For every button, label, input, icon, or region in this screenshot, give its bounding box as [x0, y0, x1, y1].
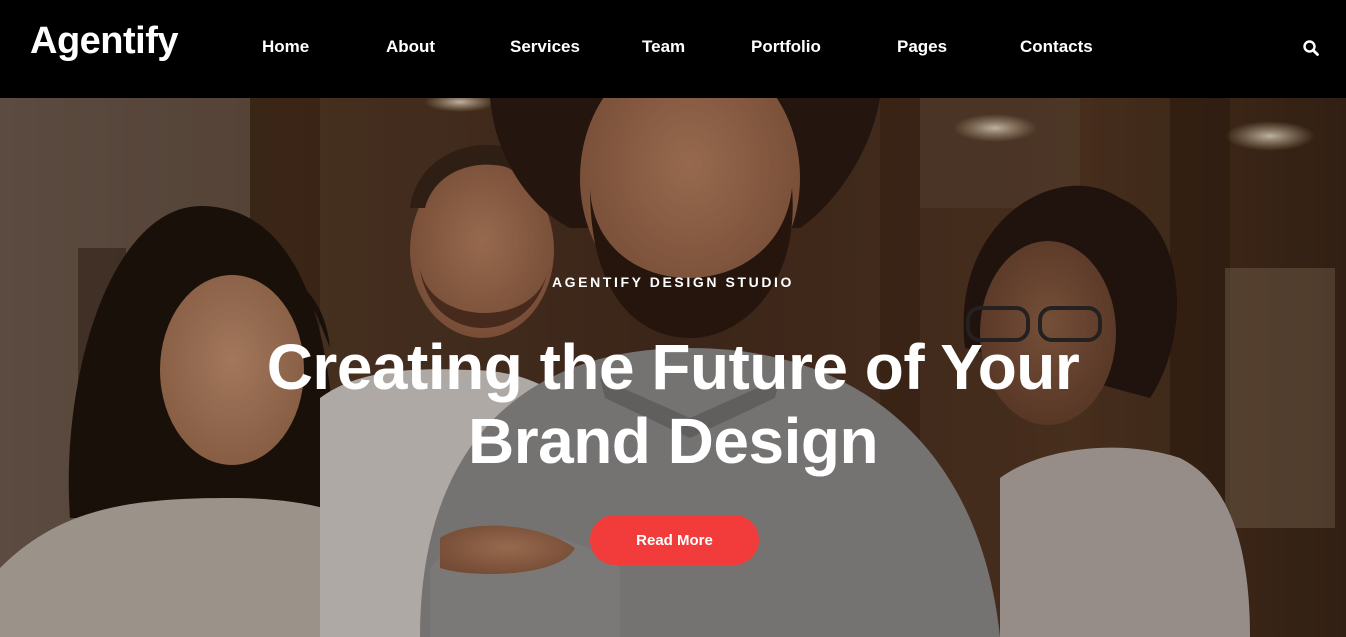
read-more-button[interactable]: Read More [590, 515, 759, 565]
nav-item-services[interactable]: Services [510, 37, 580, 57]
nav-item-pages[interactable]: Pages [897, 37, 947, 57]
top-navbar: Agentify Home About Services Team Portfo… [0, 0, 1346, 98]
hero-section: AGENTIFY DESIGN STUDIO Creating the Futu… [0, 98, 1346, 637]
nav-item-about[interactable]: About [386, 37, 435, 57]
hero-headline-line2: Brand Design [467, 405, 879, 477]
nav-item-home[interactable]: Home [262, 37, 309, 57]
nav-item-team[interactable]: Team [642, 37, 685, 57]
nav-item-contacts[interactable]: Contacts [1020, 37, 1093, 57]
brand-logo[interactable]: Agentify [30, 22, 179, 60]
hero-headline: Creating the Future of Your Brand Design [0, 330, 1346, 478]
nav-item-portfolio[interactable]: Portfolio [751, 37, 821, 57]
hero-headline-line1: Creating the Future of Your [266, 331, 1080, 403]
hero-eyebrow: AGENTIFY DESIGN STUDIO [551, 274, 795, 290]
search-icon[interactable] [1302, 39, 1320, 57]
